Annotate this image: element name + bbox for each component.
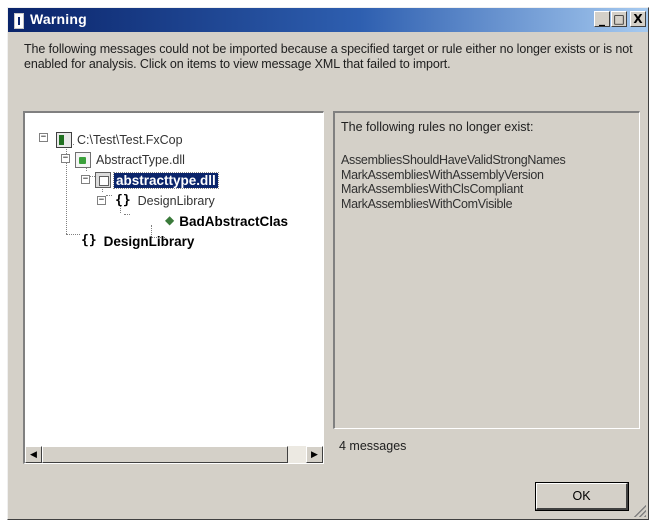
close-button[interactable]: X	[630, 11, 646, 27]
window-title: Warning	[30, 11, 87, 27]
project-icon	[56, 132, 72, 148]
minimize-button[interactable]: _	[594, 11, 610, 27]
namespace-icon: {}	[81, 233, 97, 248]
maximize-button[interactable]: □	[611, 11, 627, 27]
list-item: MarkAssembliesWithClsCompliant	[341, 182, 524, 196]
tree-node-label: C:\Test\Test.FxCop	[77, 133, 183, 147]
right-arrow-icon: ▶	[311, 449, 318, 459]
collapse-toggle[interactable]: −	[61, 154, 70, 163]
scroll-thumb[interactable]	[42, 446, 288, 463]
horizontal-scrollbar[interactable]: ◀ ▶	[25, 446, 323, 463]
collapse-toggle[interactable]: −	[39, 133, 48, 142]
collapse-toggle[interactable]: −	[81, 175, 90, 184]
list-item: AssembliesShouldHaveValidStrongNames	[341, 153, 566, 167]
tree-node-assembly[interactable]: AbstractType.dll	[75, 152, 187, 168]
tree-node-label: abstracttype.dll	[113, 171, 219, 189]
tree-node-project[interactable]: C:\Test\Test.FxCop	[56, 132, 185, 148]
tree-node-label: BadAbstractClas	[179, 213, 289, 229]
warning-dialog: Warning _ □ X The following messages cou…	[7, 7, 649, 520]
collapse-toggle[interactable]: −	[97, 196, 106, 205]
tree-node-namespace[interactable]: {} DesignLibrary	[81, 233, 196, 249]
module-icon	[95, 172, 111, 188]
tree-node-namespace[interactable]: {} DesignLibrary	[115, 193, 217, 209]
window-controls: _ □ X	[594, 11, 646, 27]
message-count: 4 messages	[339, 439, 407, 453]
type-icon: ◆	[165, 213, 175, 227]
ok-button[interactable]: OK	[535, 482, 629, 511]
app-icon	[14, 13, 24, 29]
resize-grip-icon[interactable]	[634, 505, 646, 517]
tree-node-label: DesignLibrary	[137, 194, 215, 208]
description-text: The following messages could not be impo…	[24, 42, 633, 71]
tree-node-label: AbstractType.dll	[96, 153, 185, 167]
tree-node-module[interactable]: abstracttype.dll	[95, 171, 219, 189]
tree-node-label: DesignLibrary	[103, 233, 195, 249]
scroll-right-button[interactable]: ▶	[306, 446, 323, 463]
title-bar[interactable]: Warning _ □ X	[8, 8, 648, 32]
left-arrow-icon: ◀	[30, 449, 37, 459]
message-header: The following rules no longer exist:	[341, 120, 534, 134]
list-item: MarkAssembliesWithAssemblyVersion	[341, 167, 544, 182]
import-tree[interactable]: − C:\Test\Test.FxCop − AbstractType.dll …	[23, 111, 324, 464]
list-item: MarkAssembliesWithComVisible	[341, 196, 513, 211]
tree-node-type[interactable]: ◆ BadAbstractClas	[165, 213, 290, 229]
namespace-icon: {}	[115, 193, 131, 208]
message-xml-panel[interactable]: The following rules no longer exist: Ass…	[333, 111, 640, 429]
rule-list: AssembliesShouldHaveValidStrongNames Mar…	[341, 153, 566, 211]
scroll-left-button[interactable]: ◀	[25, 446, 42, 463]
assembly-file-icon	[75, 152, 91, 168]
